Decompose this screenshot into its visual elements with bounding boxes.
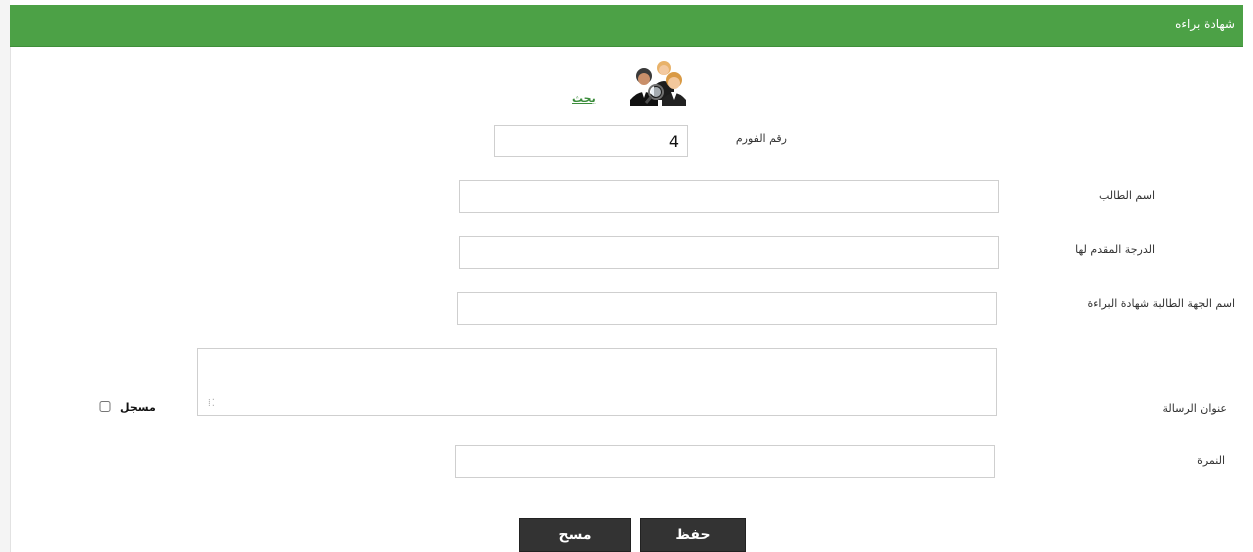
users-group-icon[interactable]	[610, 56, 690, 106]
resize-grip-icon[interactable]: ⁞⁚	[208, 398, 216, 409]
degree-input[interactable]	[459, 236, 999, 269]
requesting-party-input[interactable]	[457, 292, 997, 325]
student-name-label: اسم الطالب	[1098, 189, 1155, 202]
requesting-party-label: اسم الجهة الطالبة شهادة البراءة	[1087, 297, 1236, 310]
form-no-input[interactable]	[494, 125, 688, 157]
form-no-label: رقم الفورم	[735, 132, 787, 145]
page-title: شهادة براءه	[1175, 17, 1235, 31]
page-header: شهادة براءه	[10, 5, 1243, 47]
registered-label: مسجل	[120, 401, 156, 414]
clear-button[interactable]: مسح	[519, 518, 631, 552]
registered-checkbox[interactable]	[97, 401, 113, 412]
thesis-title-label: عنوان الرسالة	[1162, 402, 1228, 415]
student-name-input[interactable]	[459, 180, 999, 213]
search-area: بحث	[570, 56, 700, 110]
page: شهادة براءه بحث رقم الفورم اسم	[0, 0, 1253, 552]
grade-label: النمرة	[1197, 454, 1225, 467]
degree-label: الدرجة المقدم لها	[1075, 243, 1155, 256]
save-button[interactable]: حفظ	[640, 518, 746, 552]
right-frame-edge	[1243, 46, 1253, 552]
left-frame-edge	[0, 0, 11, 552]
thesis-title-textarea[interactable]	[197, 348, 997, 416]
grade-input[interactable]	[455, 445, 995, 478]
search-link[interactable]: بحث	[572, 92, 596, 105]
